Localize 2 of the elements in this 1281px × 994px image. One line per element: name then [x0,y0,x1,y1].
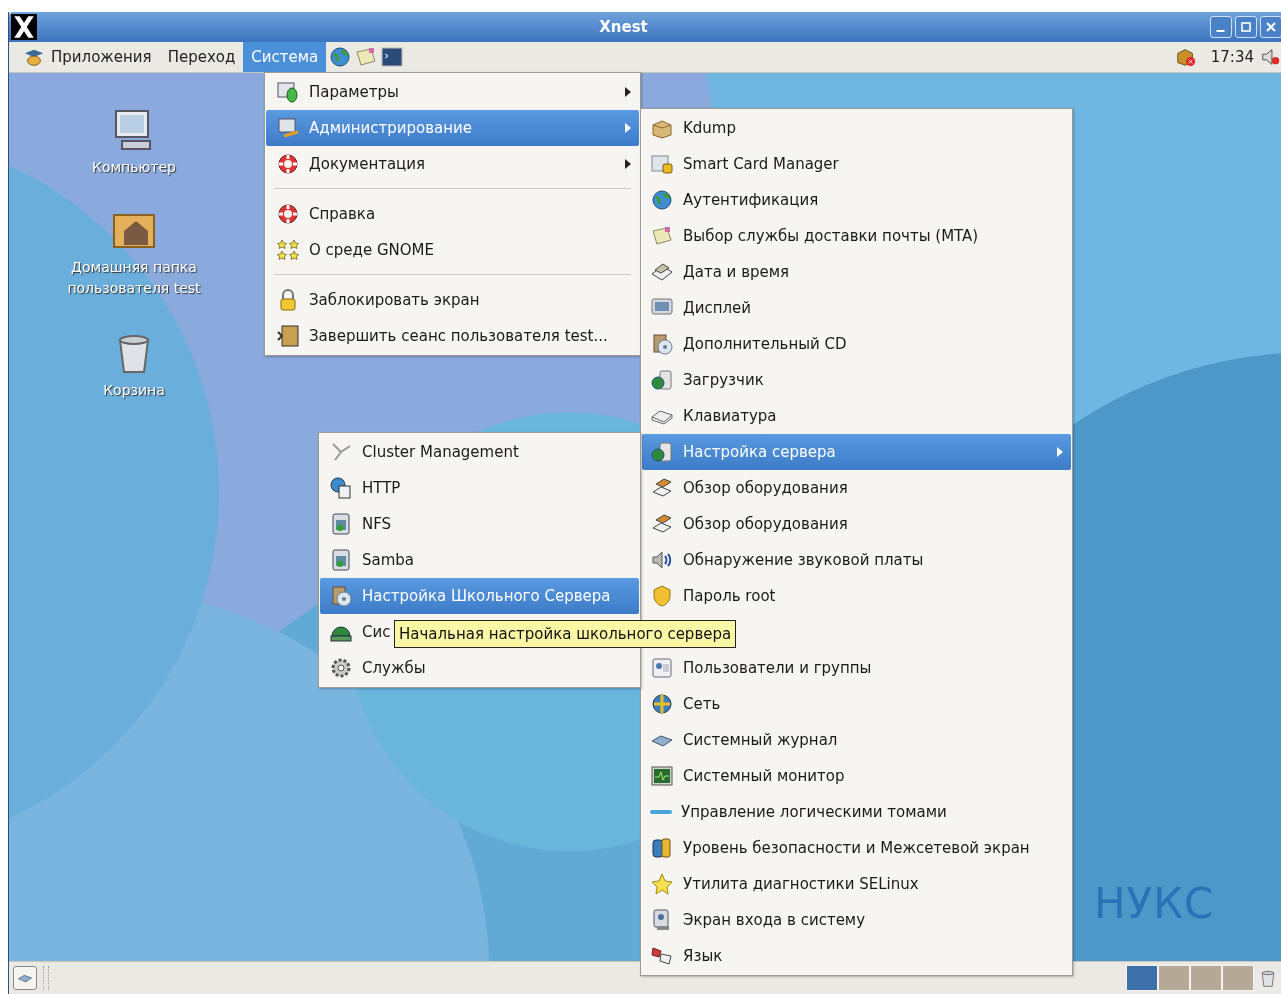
window-title: Xnest [599,18,648,36]
tooltip: Начальная настройка школьного сервера [394,620,737,648]
